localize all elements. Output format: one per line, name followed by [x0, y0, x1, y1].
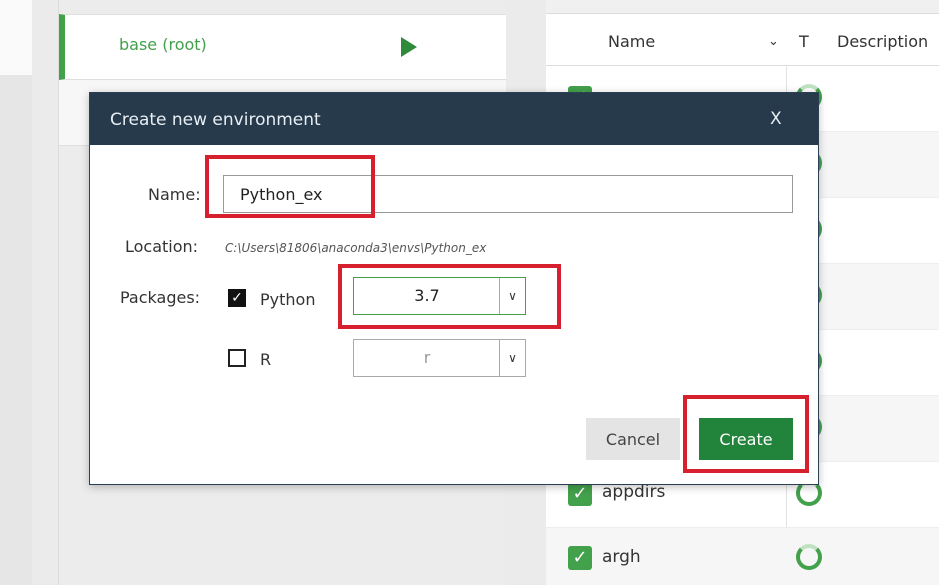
- packages-label: Packages:: [120, 288, 201, 307]
- python-version-value: 3.7: [414, 286, 440, 305]
- dialog-title: Create new environment: [110, 110, 321, 130]
- name-label: Name:: [148, 185, 201, 204]
- table-row[interactable]: ✓ argh: [546, 528, 939, 585]
- package-name: argh: [602, 547, 641, 567]
- create-button[interactable]: Create: [699, 418, 793, 460]
- python-version-select[interactable]: 3.7 ∨: [353, 277, 526, 315]
- close-icon[interactable]: X: [770, 109, 782, 129]
- package-name: appdirs: [602, 482, 666, 502]
- python-checkbox[interactable]: ✓: [228, 289, 246, 307]
- packages-table-header: Name ⌄ T Description: [546, 14, 939, 66]
- create-environment-dialog: Create new environment X Name: Location:…: [89, 92, 819, 485]
- left-strip: [0, 0, 32, 585]
- environment-name: base (root): [119, 35, 207, 54]
- column-header-name[interactable]: Name: [608, 32, 655, 51]
- left-strip-top: [0, 0, 32, 75]
- r-checkbox[interactable]: [228, 349, 246, 367]
- chevron-down-icon[interactable]: ∨: [499, 278, 525, 314]
- location-label: Location:: [125, 237, 199, 256]
- environment-row-base[interactable]: base (root): [59, 14, 506, 80]
- checkbox-icon[interactable]: ✓: [568, 546, 592, 570]
- column-header-type[interactable]: T: [799, 32, 809, 51]
- checkbox-icon[interactable]: ✓: [568, 482, 592, 506]
- r-version-value: r: [423, 348, 431, 367]
- dialog-title-bar[interactable]: Create new environment X: [90, 93, 818, 145]
- chevron-down-icon[interactable]: ∨: [499, 340, 525, 376]
- chevron-down-icon[interactable]: ⌄: [768, 34, 779, 49]
- play-icon[interactable]: [401, 37, 417, 57]
- location-path: C:\Users\81806\anaconda3\envs\Python_ex: [225, 241, 487, 255]
- packages-toolbar: [546, 0, 939, 14]
- cancel-button[interactable]: Cancel: [586, 418, 680, 460]
- column-header-description[interactable]: Description: [837, 32, 928, 51]
- r-label: R: [260, 350, 272, 369]
- spinner-icon: [796, 544, 822, 570]
- environment-name-input[interactable]: [223, 175, 793, 213]
- r-version-select[interactable]: r ∨: [353, 339, 526, 377]
- python-label: Python: [260, 290, 316, 309]
